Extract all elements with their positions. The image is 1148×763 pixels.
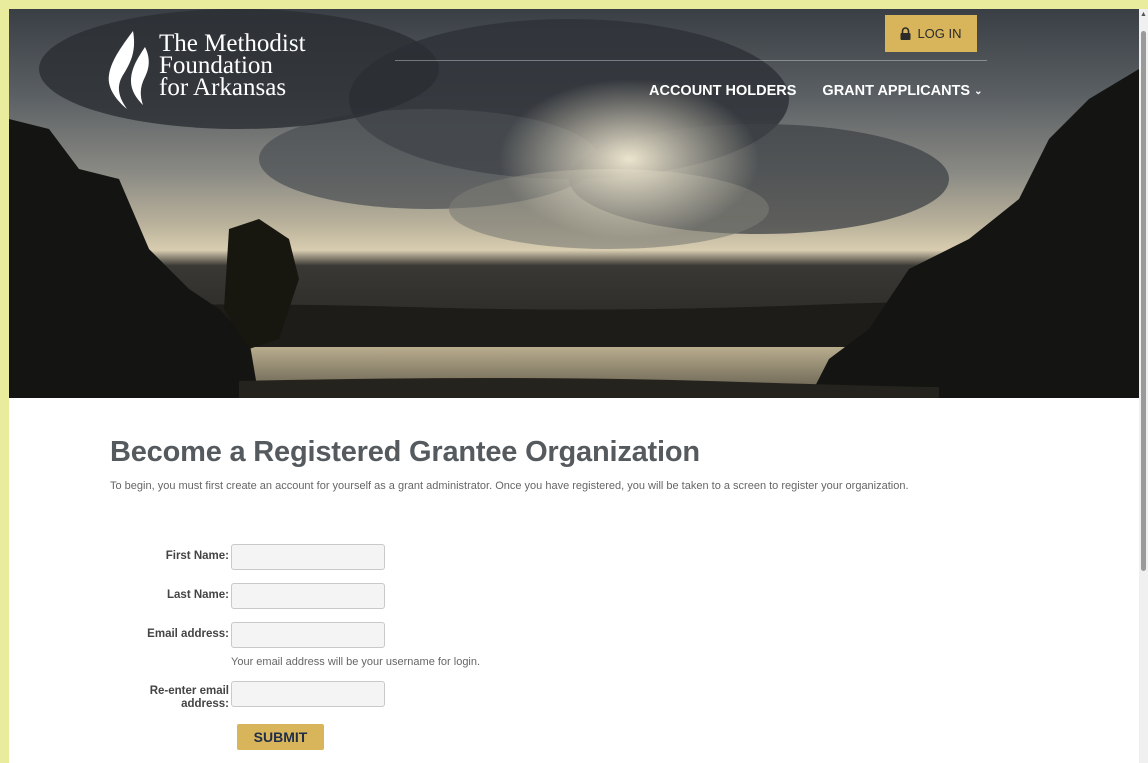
login-label: LOG IN	[917, 26, 962, 41]
flame-logo-icon	[108, 31, 149, 109]
reenter-email-label-line-2: address:	[181, 698, 229, 710]
nav-grant-applicants-label: GRANT APPLICANTS	[822, 83, 971, 99]
chevron-down-icon: ⌄	[974, 85, 983, 97]
email-hint: Your email address will be your username…	[231, 656, 481, 668]
email-label: Email address:	[147, 628, 229, 640]
scrollbar-thumb[interactable]	[1141, 31, 1146, 571]
logo-wordmark: The Methodist Foundation for Arkansas	[159, 31, 306, 101]
reenter-email-input[interactable]	[231, 681, 385, 707]
registration-section: Become a Registered Grantee Organization…	[9, 398, 1139, 763]
nav-grant-applicants[interactable]: GRANT APPLICANTS ⌄	[822, 83, 982, 99]
scroll-up-icon[interactable]: ▲	[1140, 11, 1147, 18]
email-input[interactable]	[231, 622, 385, 648]
scrollbar[interactable]: ▲	[1139, 9, 1148, 763]
browser-viewport: The Methodist Foundation for Arkansas LO…	[9, 9, 1139, 763]
reenter-email-label: Re-enter email address:	[109, 685, 229, 711]
page-title: Become a Registered Grantee Organization	[110, 436, 700, 468]
nav-account-holders[interactable]: ACCOUNT HOLDERS	[649, 83, 796, 99]
main-nav: ACCOUNT HOLDERS GRANT APPLICANTS ⌄	[649, 83, 983, 99]
last-name-label: Last Name:	[167, 589, 229, 601]
foundation-logo[interactable]: The Methodist Foundation for Arkansas	[107, 31, 367, 111]
last-name-input[interactable]	[231, 583, 385, 609]
header-divider	[395, 60, 987, 61]
nav-account-holders-label: ACCOUNT HOLDERS	[649, 83, 797, 99]
login-button[interactable]: LOG IN	[885, 15, 977, 52]
first-name-label: First Name:	[165, 550, 229, 562]
lock-icon	[900, 27, 911, 40]
hero-banner: The Methodist Foundation for Arkansas LO…	[9, 9, 1139, 398]
reenter-email-label-line-1: Re-enter email	[149, 685, 229, 697]
logo-line-3: for Arkansas	[159, 74, 287, 101]
intro-text: To begin, you must first create an accou…	[110, 480, 909, 492]
submit-button[interactable]: SUBMIT	[237, 724, 324, 750]
first-name-input[interactable]	[231, 544, 385, 570]
